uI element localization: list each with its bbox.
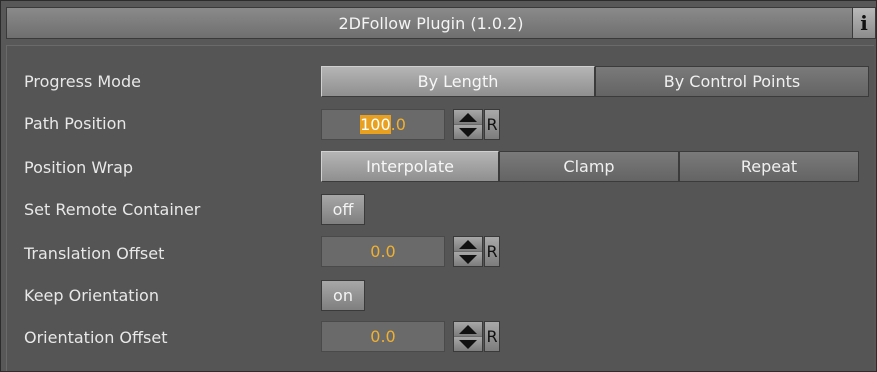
path-position-input[interactable]: 100.0: [321, 109, 445, 140]
position-wrap-label: Position Wrap: [24, 158, 134, 177]
orientation-offset-reset-button[interactable]: R: [484, 321, 500, 352]
orientation-offset-stepper[interactable]: [453, 321, 483, 352]
spin-up-icon[interactable]: [454, 322, 482, 336]
spin-down-icon[interactable]: [454, 252, 482, 266]
translation-offset-label: Translation Offset: [24, 244, 165, 263]
position-wrap-repeat-button[interactable]: Repeat: [679, 151, 859, 182]
spin-down-icon[interactable]: [454, 125, 482, 139]
keep-orientation-label: Keep Orientation: [24, 286, 159, 305]
keep-orientation-toggle[interactable]: on: [321, 280, 365, 311]
orientation-offset-input[interactable]: 0.0: [321, 321, 445, 352]
info-icon[interactable]: i: [852, 7, 876, 39]
progress-mode-label: Progress Mode: [24, 72, 141, 91]
position-wrap-interpolate-button[interactable]: Interpolate: [321, 151, 499, 182]
panel-title: 2DFollow Plugin (1.0.2): [6, 7, 856, 39]
translation-offset-input[interactable]: 0.0: [321, 236, 445, 267]
progress-mode-by-length-button[interactable]: By Length: [321, 66, 595, 97]
spin-up-icon[interactable]: [454, 237, 482, 251]
translation-offset-stepper[interactable]: [453, 236, 483, 267]
set-remote-container-toggle[interactable]: off: [321, 194, 365, 225]
set-remote-container-label: Set Remote Container: [24, 200, 201, 219]
path-position-rest-text: .0: [390, 115, 406, 134]
path-position-selected-text: 100: [360, 115, 391, 134]
translation-offset-reset-button[interactable]: R: [484, 236, 500, 267]
path-position-reset-button[interactable]: R: [484, 109, 500, 140]
path-position-label: Path Position: [24, 114, 127, 133]
spin-up-icon[interactable]: [454, 110, 482, 124]
progress-mode-by-control-points-button[interactable]: By Control Points: [595, 66, 869, 97]
orientation-offset-label: Orientation Offset: [24, 328, 168, 347]
position-wrap-clamp-button[interactable]: Clamp: [499, 151, 679, 182]
plugin-panel: 2DFollow Plugin (1.0.2) i Progress Mode …: [0, 0, 877, 372]
path-position-stepper[interactable]: [453, 109, 483, 140]
spin-down-icon[interactable]: [454, 337, 482, 351]
